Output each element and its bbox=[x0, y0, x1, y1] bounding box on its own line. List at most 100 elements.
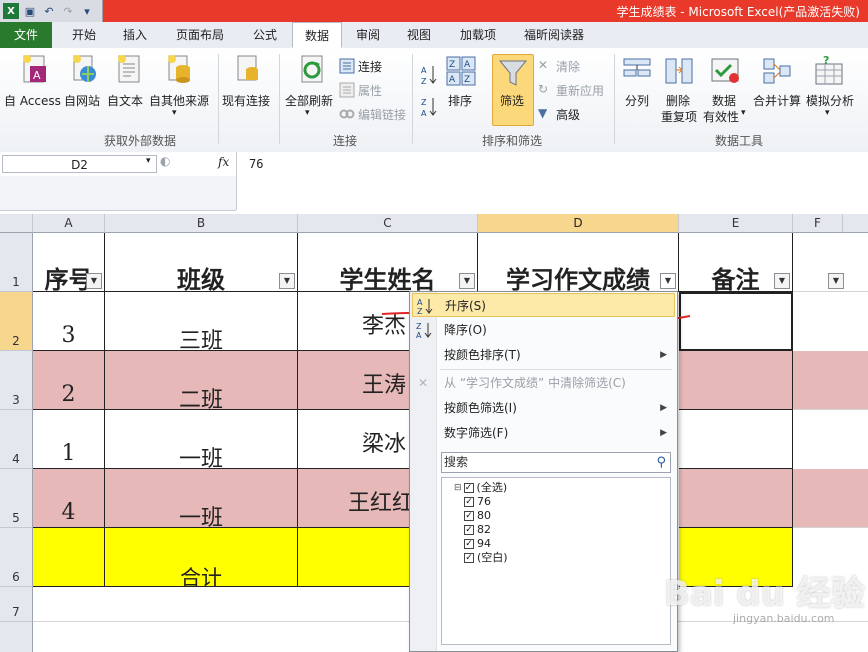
formula-input[interactable]: 76 bbox=[236, 152, 868, 210]
list-item-select-all[interactable]: ⊟ ✓ (全选) bbox=[454, 481, 507, 495]
cell-a1[interactable]: 序号 ▼ bbox=[33, 233, 105, 294]
expand-formula-icon[interactable]: ◐ bbox=[160, 154, 170, 168]
cell-b6[interactable]: 合计 bbox=[105, 528, 298, 590]
tab-home[interactable]: 开始 bbox=[60, 22, 108, 48]
tab-addins[interactable]: 加载项 bbox=[450, 22, 506, 48]
from-web-button[interactable]: 自网站 bbox=[64, 92, 100, 109]
tab-file[interactable]: 文件 bbox=[0, 22, 52, 48]
cell-e1[interactable]: 备注 ▼ bbox=[679, 233, 793, 294]
what-if-analysis-icon: ? bbox=[815, 56, 843, 85]
name-box[interactable]: D2 bbox=[2, 155, 157, 173]
consolidate-button[interactable]: 合并计算 bbox=[753, 92, 801, 109]
cell-a6[interactable] bbox=[33, 528, 105, 587]
sort-button[interactable]: 排序 bbox=[448, 92, 472, 109]
cell-c1[interactable]: 学生姓名 ▼ bbox=[298, 233, 478, 294]
menu-sort-ascending[interactable]: AZ 升序(S) bbox=[412, 293, 675, 317]
connections-button[interactable]: 连接 bbox=[358, 58, 382, 75]
tab-data[interactable]: 数据 bbox=[292, 22, 342, 48]
cell-e3[interactable] bbox=[679, 351, 793, 410]
cell-a3[interactable]: 2 bbox=[33, 351, 105, 410]
reapply-button[interactable]: 重新应用 bbox=[556, 82, 604, 99]
edit-links-button[interactable]: 编辑链接 bbox=[358, 106, 406, 123]
filter-dropdown-b[interactable]: ▼ bbox=[279, 273, 295, 289]
fx-icon[interactable]: fx bbox=[218, 155, 229, 169]
refresh-all-button[interactable]: 全部刷新 bbox=[285, 92, 333, 109]
text-to-columns-button[interactable]: 分列 bbox=[625, 92, 649, 109]
tab-view[interactable]: 视图 bbox=[396, 22, 442, 48]
name-box-dropdown-icon[interactable]: ▾ bbox=[146, 156, 151, 166]
filter-dropdown-e[interactable]: ▼ bbox=[774, 273, 790, 289]
filter-value-list[interactable]: ⊟ ✓ (全选) ✓ 76 ✓ 80 ✓ 82 ✓ 94 ✓ (空白) bbox=[441, 477, 671, 645]
filter-search-input[interactable]: 搜索 ⚲ bbox=[441, 452, 671, 473]
advanced-button[interactable]: 高级 bbox=[556, 106, 580, 123]
tab-foxit-reader[interactable]: 福昕阅读器 bbox=[514, 22, 594, 48]
cell-b2[interactable]: 三班 bbox=[105, 292, 298, 354]
row-header-5[interactable]: 5 bbox=[0, 469, 33, 528]
excel-logo-icon[interactable]: X bbox=[3, 3, 19, 19]
checkbox-checked-icon[interactable]: ✓ bbox=[464, 539, 474, 549]
list-item[interactable]: ✓ 82 bbox=[464, 523, 491, 537]
from-access-button[interactable]: 自 Access bbox=[4, 92, 61, 109]
menu-sort-by-color[interactable]: 按颜色排序(T) ▶ bbox=[412, 343, 675, 367]
checkbox-checked-icon[interactable]: ✓ bbox=[464, 497, 474, 507]
cell-d1[interactable]: 学习作文成绩 ▼ bbox=[478, 233, 679, 294]
filter-dropdown-a[interactable]: ▼ bbox=[86, 273, 102, 289]
row-header-2[interactable]: 2 bbox=[0, 292, 33, 351]
undo-icon[interactable]: ↶ bbox=[41, 3, 57, 19]
menu-sort-descending[interactable]: ZA 降序(O) bbox=[412, 318, 675, 342]
filter-dropdown-d[interactable]: ▼ bbox=[660, 273, 676, 289]
redo-icon[interactable]: ↷ bbox=[60, 3, 76, 19]
clear-button[interactable]: 清除 bbox=[556, 58, 580, 75]
remove-duplicates-button[interactable]: 删除 bbox=[666, 92, 690, 109]
properties-button[interactable]: 属性 bbox=[358, 82, 382, 99]
search-icon[interactable]: ⚲ bbox=[656, 453, 666, 472]
row-header-3[interactable]: 3 bbox=[0, 351, 33, 410]
select-all-corner[interactable] bbox=[0, 214, 33, 233]
row-header-6[interactable]: 6 bbox=[0, 528, 33, 587]
menu-filter-by-color[interactable]: 按颜色筛选(I) ▶ bbox=[412, 396, 675, 420]
menu-number-filters[interactable]: 数字筛选(F) ▶ bbox=[412, 421, 675, 445]
checkbox-checked-icon[interactable]: ✓ bbox=[463, 483, 474, 493]
from-other-sources-button[interactable]: 自其他来源 bbox=[149, 92, 209, 109]
list-item[interactable]: ✓ 94 bbox=[464, 537, 491, 551]
column-header-b[interactable]: B bbox=[105, 214, 298, 233]
list-item[interactable]: ✓ 76 bbox=[464, 495, 491, 509]
column-header-a[interactable]: A bbox=[33, 214, 105, 233]
column-header-f[interactable]: F bbox=[793, 214, 843, 233]
tab-formulas[interactable]: 公式 bbox=[242, 22, 288, 48]
cell-a5[interactable]: 4 bbox=[33, 469, 105, 528]
cell-b1[interactable]: 班级 ▼ bbox=[105, 233, 298, 294]
menu-clear-filter[interactable]: ✕ 从 “学习作文成绩” 中清除筛选(C) bbox=[412, 371, 675, 395]
checkbox-checked-icon[interactable]: ✓ bbox=[464, 511, 474, 521]
cell-b5[interactable]: 一班 bbox=[105, 469, 298, 531]
filter-dropdown-f[interactable]: ▼ bbox=[828, 273, 844, 289]
tab-review[interactable]: 审阅 bbox=[346, 22, 390, 48]
existing-connections-button[interactable]: 现有连接 bbox=[222, 92, 270, 109]
column-header-d[interactable]: D bbox=[478, 214, 679, 233]
cell-e4[interactable] bbox=[679, 410, 793, 469]
column-header-g[interactable] bbox=[843, 214, 868, 233]
list-item[interactable]: ✓ (空白) bbox=[464, 551, 508, 565]
list-item[interactable]: ✓ 80 bbox=[464, 509, 491, 523]
from-text-button[interactable]: 自文本 bbox=[107, 92, 143, 109]
cell-a2[interactable]: 3 bbox=[33, 292, 105, 351]
customize-icon[interactable]: ▾ bbox=[79, 3, 95, 19]
save-icon[interactable]: ▣ bbox=[22, 3, 38, 19]
cell-e5[interactable] bbox=[679, 469, 793, 528]
cell-b4[interactable]: 一班 bbox=[105, 410, 298, 472]
row-header-4[interactable]: 4 bbox=[0, 410, 33, 469]
row-header-1[interactable]: 1 bbox=[0, 233, 33, 292]
cell-a4[interactable]: 1 bbox=[33, 410, 105, 469]
checkbox-checked-icon[interactable]: ✓ bbox=[464, 525, 474, 535]
cell-b3[interactable]: 二班 bbox=[105, 351, 298, 413]
checkbox-checked-icon[interactable]: ✓ bbox=[464, 553, 474, 563]
tab-page-layout[interactable]: 页面布局 bbox=[164, 22, 236, 48]
row-header-7[interactable]: 7 bbox=[0, 587, 33, 622]
filter-dropdown-c[interactable]: ▼ bbox=[459, 273, 475, 289]
what-if-analysis-button[interactable]: 模拟分析 bbox=[806, 92, 854, 109]
data-validation-button[interactable]: 数据 bbox=[712, 92, 736, 109]
column-header-e[interactable]: E bbox=[679, 214, 793, 233]
row-header-8[interactable] bbox=[0, 622, 33, 652]
column-header-c[interactable]: C bbox=[298, 214, 478, 233]
tab-insert[interactable]: 插入 bbox=[112, 22, 158, 48]
